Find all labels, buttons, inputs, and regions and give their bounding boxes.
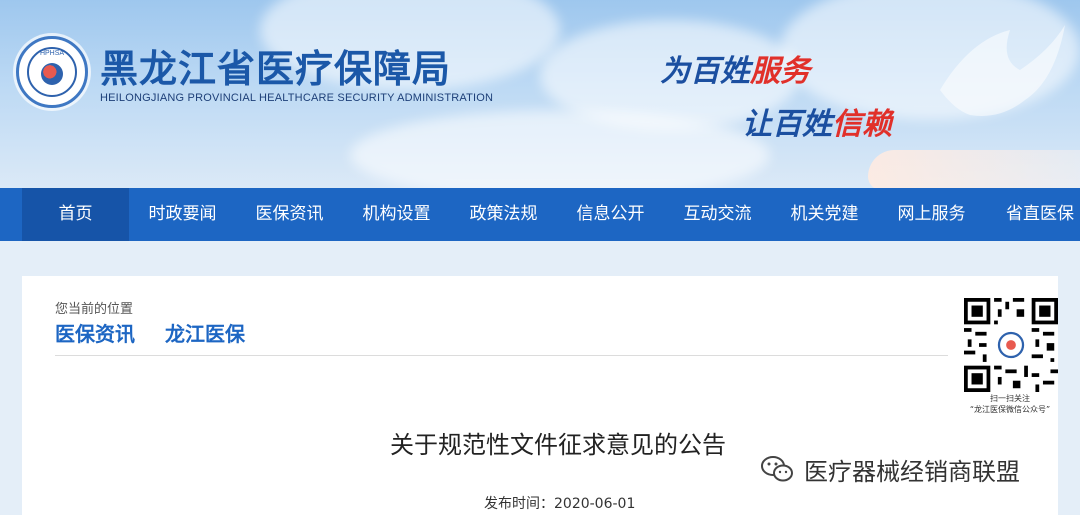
nav-item-organization[interactable]: 机构设置 — [343, 188, 450, 241]
slogan-serve-prefix: 为百姓 — [660, 54, 750, 89]
publish-date: 2020-06-01 — [554, 496, 636, 512]
logo-icon[interactable]: HPHSA — [16, 36, 88, 108]
nav-item-party[interactable]: 机关党建 — [771, 188, 878, 241]
slogan-trust-prefix: 让百姓 — [742, 107, 832, 142]
publish-label: 发布时间： — [484, 496, 554, 512]
site-header: HPHSA 黑龙江省医疗保障局 HEILONGJIANG PROVINCIAL … — [0, 0, 1080, 188]
qr-code-icon — [964, 298, 1058, 392]
site-title[interactable]: 黑龙江省医疗保障局 — [100, 38, 451, 93]
nav-item-policy[interactable]: 政策法规 — [450, 188, 557, 241]
nav-item-disclosure[interactable]: 信息公开 — [557, 188, 664, 241]
nav-item-home[interactable]: 首页 — [22, 188, 129, 241]
qr-caption-scan: 扫一扫关注 — [990, 394, 1030, 403]
dove-icon — [940, 25, 1065, 116]
breadcrumb-longjiang[interactable]: 龙江医保 — [165, 318, 245, 347]
watermark-text: 医疗器械经销商联盟 — [804, 457, 1020, 486]
site-subtitle: HEILONGJIANG PROVINCIAL HEALTHCARE SECUR… — [100, 92, 494, 104]
wechat-icon — [761, 456, 793, 482]
watermark: 医疗器械经销商联盟 — [760, 452, 1020, 486]
nav-item-online-service[interactable]: 网上服务 — [878, 188, 985, 241]
qr-caption-account: “龙江医保微信公众号” — [969, 405, 1051, 414]
logo-abbr: HPHSA — [39, 50, 65, 57]
slogan-serve: 为百姓服务 — [660, 46, 810, 90]
slogan-serve-highlight: 服务 — [750, 54, 810, 89]
divider — [55, 355, 948, 356]
nav-item-news[interactable]: 时政要闻 — [129, 188, 236, 241]
nav-item-interaction[interactable]: 互动交流 — [664, 188, 771, 241]
nav-item-insurance-info[interactable]: 医保资讯 — [236, 188, 343, 241]
location-label: 您当前的位置 — [55, 302, 134, 317]
slogan-trust: 让百姓信赖 — [742, 99, 892, 143]
slogan-trust-highlight: 信赖 — [832, 107, 892, 142]
main-nav: 首页 时政要闻 医保资讯 机构设置 政策法规 信息公开 互动交流 机关党建 网上… — [0, 188, 1080, 241]
hand-decor — [868, 150, 1080, 188]
nav-item-provincial[interactable]: 省直医保 — [985, 188, 1080, 241]
breadcrumb-insurance-info[interactable]: 医保资讯 — [55, 318, 135, 347]
publish-info: 发布时间：2020-06-01 — [484, 493, 635, 513]
